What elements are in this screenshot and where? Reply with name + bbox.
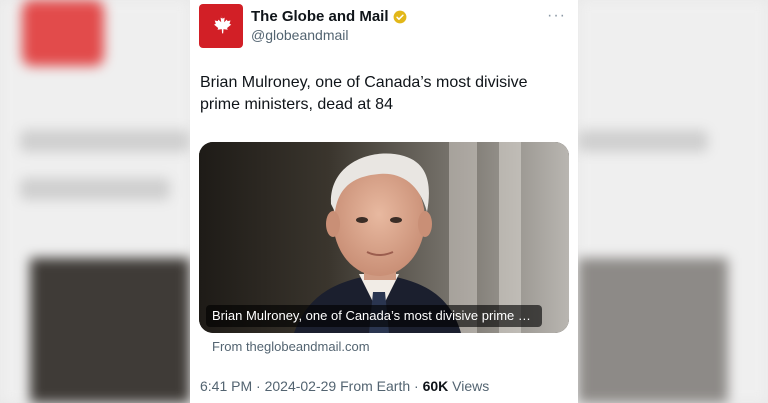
views-count[interactable]: 60K	[423, 378, 449, 394]
tweet-card: The Globe and Mail @globeandmail ··· Bri…	[190, 0, 578, 403]
maple-leaf-icon	[214, 15, 232, 34]
tweet-text-line: prime ministers, dead at 84	[200, 96, 393, 113]
background-right-blur	[578, 0, 768, 403]
account-handle[interactable]: @globeandmail	[251, 27, 349, 43]
tweet-location: From Earth	[336, 378, 411, 394]
tweet-text-line: Brian Mulroney, one of Canada’s most div…	[200, 74, 528, 91]
tweet-time[interactable]: 6:41 PM	[200, 378, 252, 394]
account-avatar[interactable]	[199, 4, 243, 48]
meta-separator: ·	[410, 378, 423, 394]
more-options-icon[interactable]: ···	[547, 7, 566, 25]
verified-badge-icon	[393, 10, 406, 23]
background-left-blur	[0, 0, 190, 403]
tweet-text: Brian Mulroney, one of Canada’s most div…	[200, 72, 570, 116]
account-name-row: The Globe and Mail	[251, 8, 407, 25]
account-name[interactable]: The Globe and Mail	[251, 8, 389, 25]
tweet-date[interactable]: 2024-02-29	[265, 378, 337, 394]
tweet-meta: 6:41 PM · 2024-02-29 From Earth · 60K Vi…	[200, 378, 489, 394]
meta-separator: ·	[252, 378, 265, 394]
views-label: Views	[448, 378, 490, 394]
link-card-caption[interactable]: Brian Mulroney, one of Canada’s most div…	[206, 305, 542, 327]
link-source[interactable]: From theglobeandmail.com	[212, 339, 370, 354]
link-card-image[interactable]: Brian Mulroney, one of Canada’s most div…	[199, 142, 569, 333]
